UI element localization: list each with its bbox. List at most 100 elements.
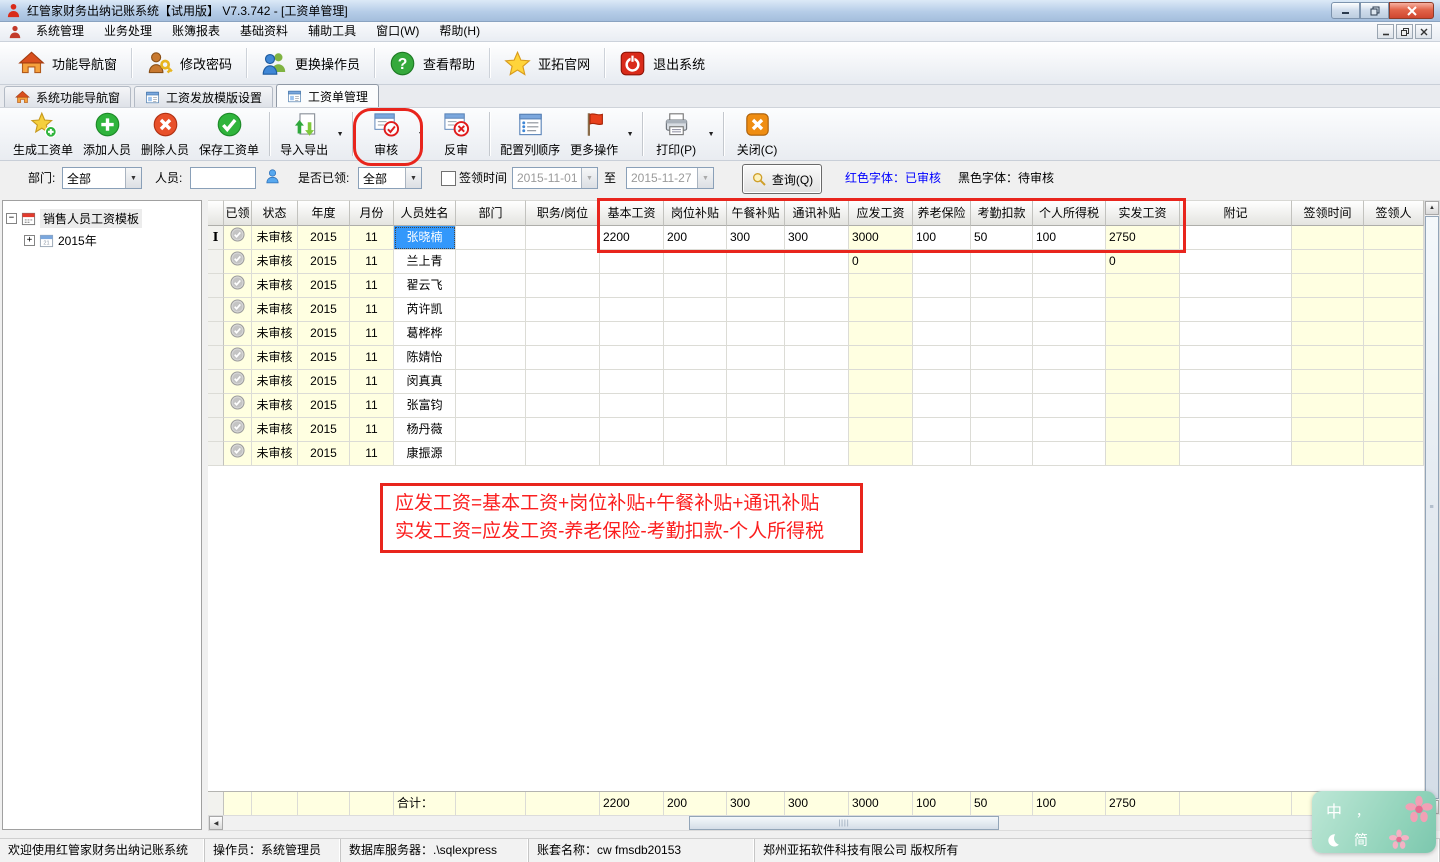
- grid-cell-net[interactable]: [1106, 346, 1180, 370]
- grid-cell-lunch-allowance[interactable]: [727, 346, 785, 370]
- received-toggle[interactable]: [224, 418, 252, 442]
- print-button[interactable]: 打印(P): [648, 110, 704, 158]
- received-toggle[interactable]: [224, 442, 252, 466]
- column-header[interactable]: 签领时间: [1292, 200, 1364, 226]
- website-star-button[interactable]: 亚拓官网: [492, 46, 602, 81]
- grid-cell-year[interactable]: 2015: [298, 226, 350, 250]
- grid-cell-net[interactable]: [1106, 322, 1180, 346]
- grid-cell-year[interactable]: 2015: [298, 346, 350, 370]
- received-toggle[interactable]: [224, 298, 252, 322]
- grid-cell-net[interactable]: [1106, 394, 1180, 418]
- grid-cell-signer[interactable]: [1364, 394, 1424, 418]
- grid-cell-signer[interactable]: [1364, 442, 1424, 466]
- grid-cell-gross[interactable]: 0: [849, 250, 913, 274]
- grid-cell-base[interactable]: [600, 442, 664, 466]
- grid-cell-job[interactable]: [526, 442, 600, 466]
- grid-cell-job[interactable]: [526, 346, 600, 370]
- column-header[interactable]: 已领: [224, 200, 252, 226]
- grid-cell-comm-allowance[interactable]: [785, 370, 849, 394]
- column-header[interactable]: 实发工资: [1106, 200, 1180, 226]
- grid-cell-sign-time[interactable]: [1292, 226, 1364, 250]
- window-minimize-button[interactable]: [1331, 2, 1360, 19]
- grid-cell-post-allowance[interactable]: [664, 274, 727, 298]
- help-button[interactable]: ?查看帮助: [377, 46, 487, 81]
- grid-cell-status[interactable]: 未审核: [252, 346, 298, 370]
- chevron-down-icon[interactable]: ▼: [333, 110, 347, 158]
- grid-cell-year[interactable]: 2015: [298, 298, 350, 322]
- window-close-button[interactable]: [1389, 2, 1434, 19]
- mdi-restore-button[interactable]: [1396, 24, 1413, 39]
- tab-payroll-manage[interactable]: 工资单管理: [276, 84, 379, 107]
- grid-cell-base[interactable]: [600, 322, 664, 346]
- grid-cell-lunch-allowance[interactable]: [727, 298, 785, 322]
- chevron-down-icon[interactable]: ▼: [125, 168, 141, 188]
- grid-cell-gross[interactable]: [849, 274, 913, 298]
- grid-cell-sign-time[interactable]: [1292, 370, 1364, 394]
- grid-cell-lunch-allowance[interactable]: [727, 418, 785, 442]
- grid-cell-comm-allowance[interactable]: [785, 346, 849, 370]
- grid-cell-month[interactable]: 11: [350, 298, 394, 322]
- grid-cell-comm-allowance[interactable]: [785, 298, 849, 322]
- grid-cell-lunch-allowance[interactable]: 300: [727, 226, 785, 250]
- grid-cell-comm-allowance[interactable]: [785, 250, 849, 274]
- grid-cell-pension[interactable]: [913, 298, 971, 322]
- grid-cell-post-allowance[interactable]: [664, 322, 727, 346]
- grid-cell-signer[interactable]: [1364, 250, 1424, 274]
- grid-cell-job[interactable]: [526, 394, 600, 418]
- grid-cell-note[interactable]: [1180, 322, 1292, 346]
- grid-cell-gross[interactable]: [849, 442, 913, 466]
- ime-language-indicator[interactable]: 中: [1326, 798, 1342, 822]
- grid-cell-attendance-deduction[interactable]: [971, 418, 1033, 442]
- grid-cell-job[interactable]: [526, 250, 600, 274]
- menu-item[interactable]: 账簿报表: [162, 22, 230, 41]
- grid-cell-job[interactable]: [526, 418, 600, 442]
- grid-cell-base[interactable]: [600, 298, 664, 322]
- grid-cell-attendance-deduction[interactable]: [971, 274, 1033, 298]
- save-payroll-button[interactable]: 保存工资单: [194, 110, 264, 158]
- grid-cell-gross[interactable]: [849, 394, 913, 418]
- grid-cell-note[interactable]: [1180, 442, 1292, 466]
- grid-cell-dept[interactable]: [456, 394, 526, 418]
- ime-simplified-indicator[interactable]: 简: [1354, 830, 1368, 850]
- grid-cell-base[interactable]: [600, 346, 664, 370]
- grid-cell-name[interactable]: 闵真真: [394, 370, 456, 394]
- add-person-button[interactable]: 添加人员: [78, 110, 136, 158]
- grid-cell-base[interactable]: [600, 274, 664, 298]
- menu-item[interactable]: 业务处理: [94, 22, 162, 41]
- grid-cell-lunch-allowance[interactable]: [727, 394, 785, 418]
- grid-cell-signer[interactable]: [1364, 274, 1424, 298]
- grid-cell-income-tax[interactable]: [1033, 394, 1106, 418]
- close-button[interactable]: 关闭(C): [729, 110, 785, 158]
- column-header[interactable]: 通讯补贴: [785, 200, 849, 226]
- grid-cell-net[interactable]: [1106, 274, 1180, 298]
- collapse-icon[interactable]: −: [6, 213, 17, 224]
- menu-item[interactable]: 帮助(H): [429, 22, 490, 41]
- grid-cell-month[interactable]: 11: [350, 346, 394, 370]
- menu-item[interactable]: 窗口(W): [366, 22, 429, 41]
- ime-punctuation-indicator[interactable]: ，: [1356, 801, 1369, 820]
- mdi-minimize-button[interactable]: [1377, 24, 1394, 39]
- grid-cell-attendance-deduction[interactable]: [971, 346, 1033, 370]
- grid-cell-income-tax[interactable]: 100: [1033, 226, 1106, 250]
- grid-cell-sign-time[interactable]: [1292, 274, 1364, 298]
- grid-cell-net[interactable]: 2750: [1106, 226, 1180, 250]
- department-select[interactable]: 全部 ▼: [62, 167, 142, 189]
- grid-cell-net[interactable]: [1106, 442, 1180, 466]
- column-header[interactable]: 考勤扣款: [971, 200, 1033, 226]
- grid-cell-month[interactable]: 11: [350, 418, 394, 442]
- column-header[interactable]: 部门: [456, 200, 526, 226]
- switch-operator-button[interactable]: 更换操作员: [249, 46, 372, 81]
- import-export-button[interactable]: 导入导出: [275, 110, 333, 158]
- grid-cell-post-allowance[interactable]: [664, 442, 727, 466]
- grid-cell-post-allowance[interactable]: [664, 298, 727, 322]
- grid-cell-status[interactable]: 未审核: [252, 298, 298, 322]
- column-header[interactable]: 附记: [1180, 200, 1292, 226]
- received-toggle[interactable]: [224, 274, 252, 298]
- grid-cell-status[interactable]: 未审核: [252, 370, 298, 394]
- grid-cell-gross[interactable]: [849, 418, 913, 442]
- grid-cell-note[interactable]: [1180, 250, 1292, 274]
- grid-cell-post-allowance[interactable]: 200: [664, 226, 727, 250]
- grid-cell-dept[interactable]: [456, 418, 526, 442]
- grid-cell-pension[interactable]: 100: [913, 226, 971, 250]
- grid-cell-status[interactable]: 未审核: [252, 442, 298, 466]
